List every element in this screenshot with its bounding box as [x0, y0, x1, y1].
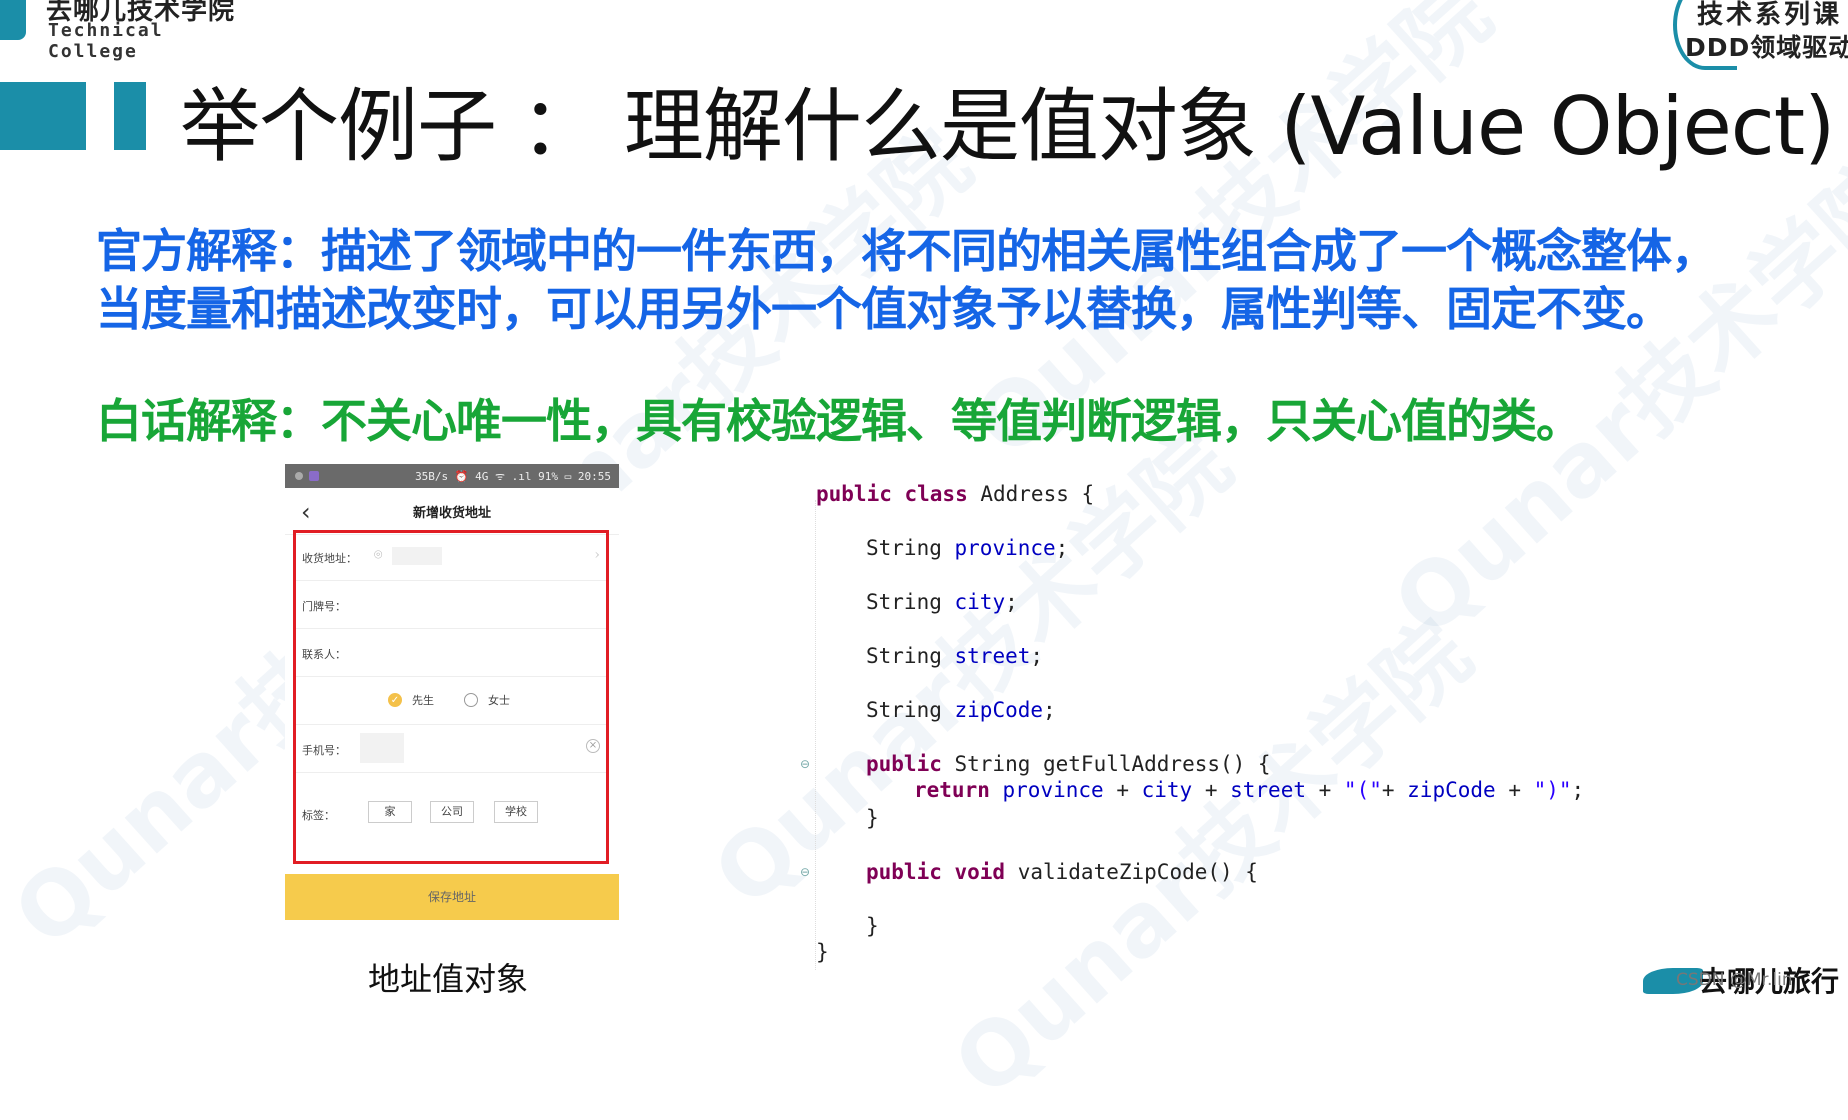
- gender-mr-radio[interactable]: ✓ 先生: [388, 692, 434, 708]
- status-text: 35B/s ⏰ 4G ᯤ .ıl 91% ▭ 20:55: [415, 469, 611, 483]
- phone-nav-bar: ‹ 新增收货地址: [285, 488, 619, 535]
- door-number-label: 门牌号：: [302, 600, 346, 613]
- code-line: public void validateZipCode() {: [866, 860, 1258, 884]
- title-accent-bar: [0, 82, 86, 150]
- gender-ms-radio[interactable]: 女士: [464, 692, 510, 708]
- tag-home-button[interactable]: 家: [368, 801, 412, 823]
- fold-marker-icon: ⊖: [800, 757, 811, 771]
- tags-label: 标签：: [302, 809, 335, 822]
- check-icon: ✓: [388, 693, 402, 707]
- tag-company-button[interactable]: 公司: [430, 801, 474, 823]
- code-line: String zipCode;: [866, 698, 1056, 722]
- notification-dot-icon: [295, 472, 303, 480]
- phone-number-label: 手机号：: [302, 744, 346, 757]
- status-bar: 35B/s ⏰ 4G ᯤ .ıl 91% ▭ 20:55: [285, 464, 619, 488]
- code-line: }: [866, 914, 879, 938]
- address-value: [392, 547, 442, 565]
- code-line: String street;: [866, 644, 1044, 668]
- code-line: String city;: [866, 590, 1018, 614]
- address-form: 收货地址： ⌾ › 门牌号： 联系人： ✓ 先生 女士 手机号： × 标签： 家…: [293, 530, 609, 864]
- code-block: public class Address { String province; …: [812, 470, 1584, 974]
- contact-row[interactable]: 联系人：: [296, 629, 606, 677]
- code-line: String province;: [866, 536, 1069, 560]
- phone-number-row[interactable]: 手机号： ×: [296, 725, 606, 773]
- official-line-2: 当度量和描述改变时，可以用另外一个值对象予以替换，属性判等、固定不变。: [96, 282, 1672, 336]
- chevron-right-icon: ›: [594, 547, 600, 563]
- app-notification-icon: [309, 471, 319, 481]
- official-explanation: 官方解释：描述了领域中的一件东西，将不同的相关属性组合成了一个概念整体， 当度量…: [96, 222, 1816, 338]
- csdn-watermark: CSDN @Mr.lin: [1676, 970, 1793, 990]
- logo-name-en: Technical College: [48, 20, 164, 62]
- plain-explanation: 白话解释：不关心唯一性，具有校验逻辑、等值判断逻辑，只关心值的类。: [96, 394, 1582, 448]
- gender-mr-label: 先生: [412, 694, 434, 707]
- phone-caption: 地址值对象: [368, 960, 529, 998]
- official-line-1: 官方解释：描述了领域中的一件东西，将不同的相关属性组合成了一个概念整体，: [96, 224, 1717, 278]
- gender-row: ✓ 先生 女士: [296, 677, 606, 725]
- code-line: }: [866, 806, 879, 830]
- phone-page-title: 新增收货地址: [412, 506, 491, 521]
- tags-row: 标签： 家 公司 学校: [296, 773, 606, 853]
- logo-mark-icon: [0, 0, 26, 40]
- fold-marker-icon: ⊖: [800, 865, 811, 879]
- series-bottom-text: DDD领域驱动: [1685, 33, 1848, 62]
- radio-empty-icon: [464, 693, 478, 707]
- college-logo: 去哪儿技术学院 Technical College: [0, 0, 260, 62]
- phone-number-value: [360, 733, 404, 763]
- code-line: }: [816, 940, 829, 964]
- door-number-row[interactable]: 门牌号：: [296, 581, 606, 629]
- location-pin-icon: ⌾: [374, 547, 383, 563]
- series-top-text: 技术系列课: [1697, 0, 1843, 30]
- title-accent-bar-small: [114, 82, 146, 150]
- code-line: return province + city + street + "("+ z…: [914, 778, 1585, 802]
- code-line: public String getFullAddress() {: [866, 752, 1271, 776]
- save-address-button[interactable]: 保存地址: [285, 874, 619, 920]
- address-row[interactable]: 收货地址： ⌾ ›: [296, 533, 606, 581]
- tag-school-button[interactable]: 学校: [494, 801, 538, 823]
- series-logo: 技术系列课 DDD领域驱动: [1673, 0, 1848, 70]
- clear-icon[interactable]: ×: [586, 739, 600, 753]
- phone-screenshot: 35B/s ⏰ 4G ᯤ .ıl 91% ▭ 20:55 ‹ 新增收货地址 收货…: [285, 464, 619, 920]
- gender-ms-label: 女士: [488, 694, 510, 707]
- code-line: public class Address {: [816, 482, 1095, 506]
- slide-title: 举个例子 ： 理解什么是值对象 (Value Object): [180, 80, 1835, 173]
- address-label: 收货地址：: [302, 552, 357, 565]
- contact-label: 联系人：: [302, 648, 346, 661]
